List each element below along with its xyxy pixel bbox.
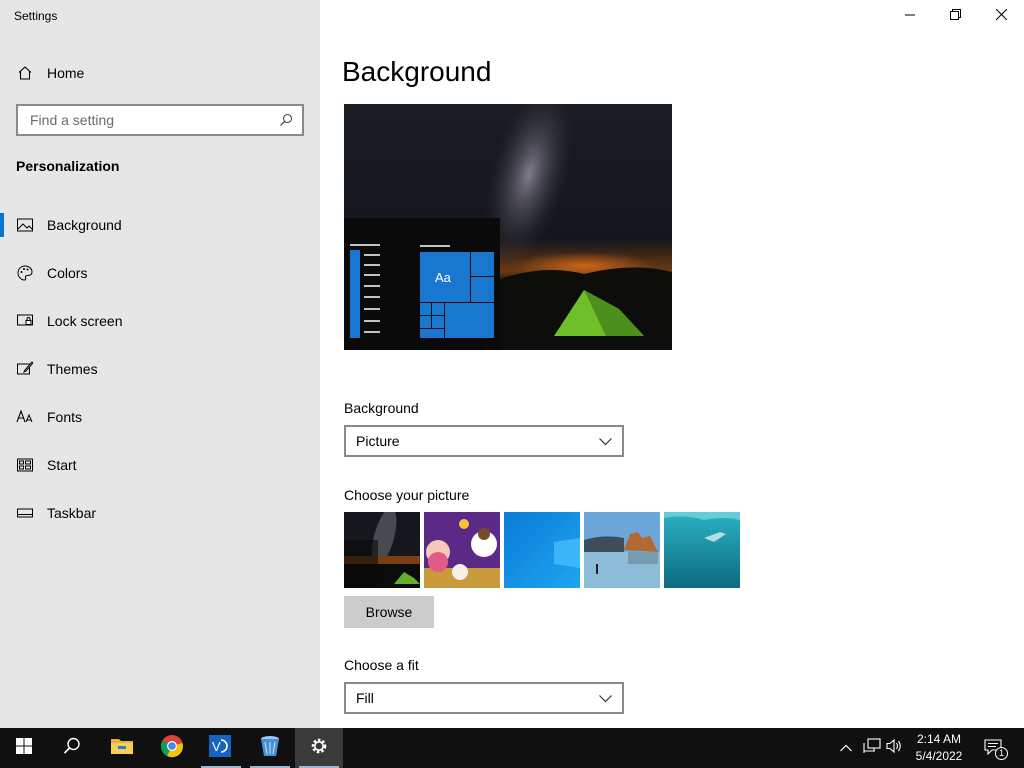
clock-date: 5/4/2022 (915, 749, 963, 763)
preview-wallpaper (344, 104, 672, 350)
network-status[interactable] (860, 728, 884, 768)
fit-dropdown[interactable]: Fill (344, 682, 624, 714)
fit-dropdown-value: Fill (356, 690, 374, 706)
sidebar-item-themes[interactable]: Themes (0, 349, 320, 389)
settings-gear-icon (309, 736, 329, 761)
sidebar-item-label: Lock screen (47, 313, 123, 329)
taskbar-search-button[interactable] (48, 728, 96, 768)
sidebar-item-label: Themes (47, 361, 98, 377)
choose-picture-label: Choose your picture (344, 487, 470, 503)
picture-thumbnail-windows[interactable] (504, 512, 580, 588)
fonts-icon (16, 408, 34, 426)
lock-screen-icon (16, 312, 34, 330)
picture-icon (16, 216, 34, 234)
taskbar-file-explorer[interactable] (98, 728, 146, 768)
search-box[interactable] (16, 104, 304, 136)
browse-button[interactable]: Browse (344, 596, 434, 628)
minimize-icon (905, 7, 915, 25)
svg-text:V: V (212, 739, 221, 754)
palette-icon (16, 264, 34, 282)
desktop-preview: Aa (344, 104, 672, 350)
minimize-button[interactable] (887, 0, 933, 32)
home-link[interactable]: Home (16, 62, 84, 84)
section-title: Personalization (16, 158, 120, 174)
sidebar-item-fonts[interactable]: Fonts (0, 397, 320, 437)
taskbar-recycle-bin[interactable] (246, 728, 294, 768)
file-explorer-icon (110, 736, 134, 761)
sidebar-item-label: Taskbar (47, 505, 97, 521)
taskbar-icon (16, 504, 34, 522)
sidebar-item-label: Background (47, 217, 122, 233)
chrome-icon (160, 734, 184, 763)
show-hidden-icons[interactable] (836, 728, 856, 768)
sidebar-item-taskbar[interactable]: Taskbar (0, 493, 320, 533)
speaker-icon (886, 738, 904, 759)
sidebar-item-background[interactable]: Background (0, 205, 320, 245)
background-dropdown[interactable]: Picture (344, 425, 624, 457)
chevron-up-icon (840, 739, 852, 757)
restore-button[interactable] (932, 0, 978, 32)
taskbar-vmware[interactable]: V (197, 728, 245, 768)
sidebar-item-colors[interactable]: Colors (0, 253, 320, 293)
action-center-button[interactable]: 1 (980, 728, 1008, 768)
taskbar-settings[interactable] (295, 728, 343, 768)
page-title: Background (342, 56, 492, 87)
start-button[interactable] (0, 728, 48, 768)
taskbar: V 2:14 AM 5/4/2022 1 (0, 728, 1024, 768)
sidebar-item-label: Fonts (47, 409, 83, 425)
background-dropdown-value: Picture (356, 433, 400, 449)
taskbar-clock[interactable]: 2:14 AM 5/4/2022 (908, 731, 970, 765)
home-icon (16, 64, 34, 82)
start-menu-icon (16, 456, 34, 474)
background-label: Background (344, 400, 419, 416)
search-icon (63, 737, 81, 760)
sidebar-item-label: Start (47, 457, 77, 473)
network-icon (863, 737, 881, 759)
picture-thumbnail-cartoon[interactable] (424, 512, 500, 588)
sidebar-item-start[interactable]: Start (0, 445, 320, 485)
close-button[interactable] (978, 0, 1024, 32)
taskbar-chrome[interactable] (148, 728, 196, 768)
picture-thumbnail-beach[interactable] (584, 512, 660, 588)
picture-thumbnail-milky-way[interactable] (344, 512, 420, 588)
sidebar-item-label: Colors (47, 265, 88, 281)
sidebar-item-lock-screen[interactable]: Lock screen (0, 301, 320, 341)
picture-thumbnail-underwater[interactable] (664, 512, 740, 588)
notification-icon: 1 (984, 739, 1008, 760)
app-title: Settings (14, 9, 58, 23)
clock-time: 2:14 AM (916, 732, 962, 746)
search-input[interactable] (28, 111, 278, 129)
vmware-icon: V (208, 734, 234, 763)
settings-sidebar: Settings Home Personalization Background… (0, 0, 320, 728)
restore-icon (949, 7, 961, 25)
close-icon (995, 7, 1007, 25)
home-label: Home (47, 65, 85, 81)
notification-count-badge: 1 (995, 747, 1008, 760)
recycle-bin-icon (259, 734, 281, 763)
volume-control[interactable] (884, 728, 906, 768)
chevron-down-icon (599, 690, 612, 706)
choose-fit-label: Choose a fit (344, 657, 419, 673)
search-icon[interactable] (278, 112, 294, 128)
windows-logo-icon (16, 737, 32, 759)
chevron-down-icon (599, 433, 612, 449)
themes-icon (16, 360, 34, 378)
preview-tile-text: Aa (435, 270, 451, 285)
